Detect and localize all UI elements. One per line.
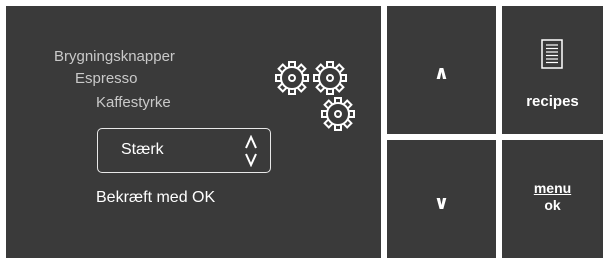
up-arrow-icon: ∧ (433, 63, 450, 84)
recipes-label: recipes (526, 93, 579, 110)
gears-icon (275, 61, 355, 131)
document-icon (541, 39, 563, 69)
confirm-instruction: Bekræft med OK (96, 189, 216, 206)
recipes-button[interactable]: recipes (502, 6, 603, 134)
down-button[interactable]: ∨ (387, 140, 496, 258)
down-arrow-icon: ∨ (433, 193, 450, 214)
breadcrumb-level-1: Brygningsknapper (54, 48, 175, 65)
menu-ok-button[interactable]: menu ok (502, 140, 603, 258)
up-button[interactable]: ∧ (387, 6, 496, 134)
strength-selector[interactable]: Stærk (97, 128, 271, 173)
main-display-panel: Brygningsknapper Espresso Kaffestyrke St… (6, 6, 381, 258)
ok-label: ok (544, 197, 561, 213)
menu-label: menu (533, 180, 572, 196)
breadcrumb-level-2: Espresso (75, 70, 138, 87)
up-down-chevron-icon[interactable] (244, 135, 258, 167)
breadcrumb-level-3: Kaffestyrke (96, 94, 171, 111)
selector-value: Stærk (121, 141, 164, 158)
